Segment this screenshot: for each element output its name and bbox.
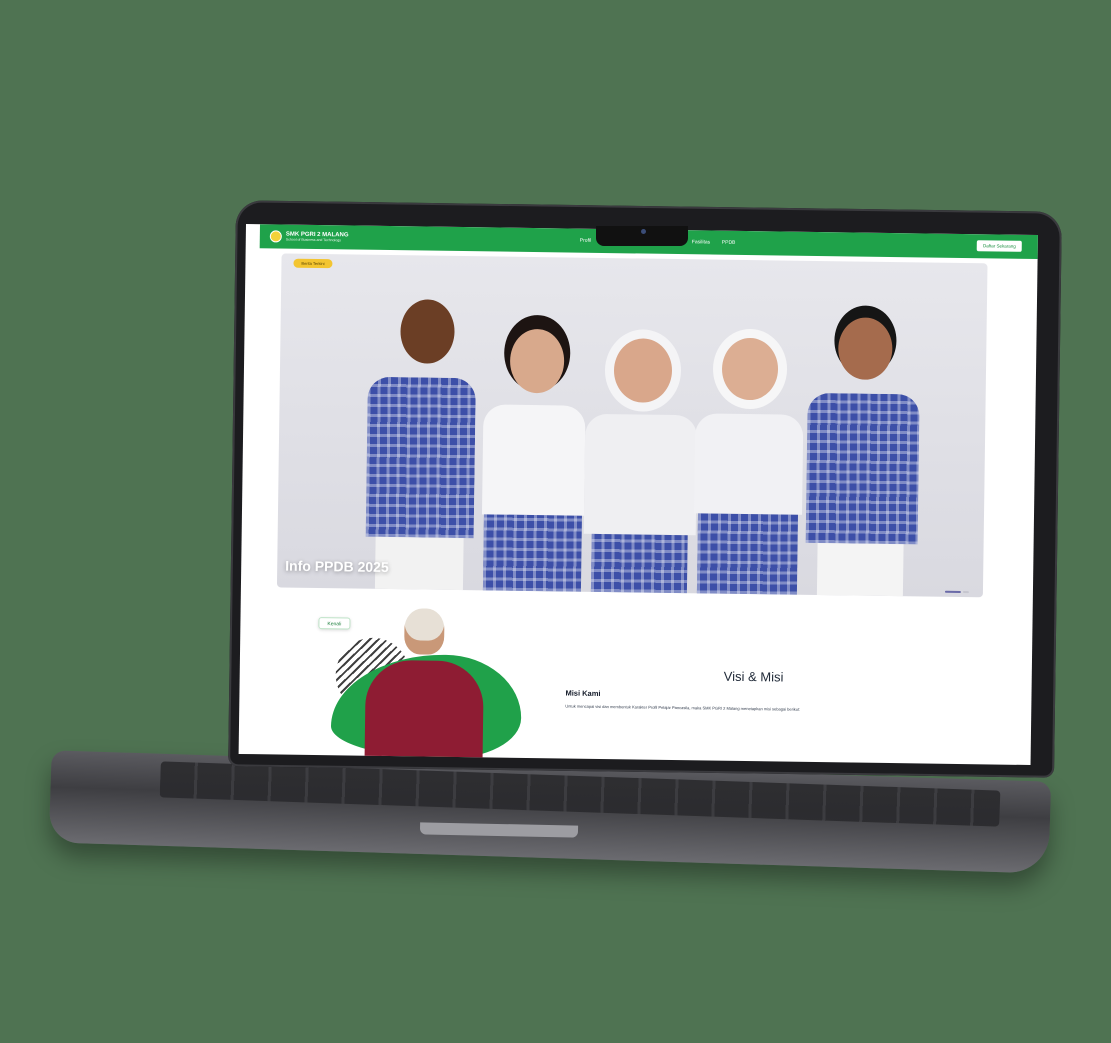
student-figure (357, 289, 481, 591)
school-logo-icon[interactable] (269, 230, 282, 243)
student-figure (687, 301, 811, 595)
daftar-sekarang-button[interactable]: Daftar Sekarang (976, 240, 1022, 252)
nav-link-fasilitas[interactable]: Fasilitas (692, 239, 710, 245)
brand[interactable]: SMK PGRI 2 MALANG School of Business and… (286, 231, 349, 242)
hero-caption: Info PPDB 2025 (285, 557, 389, 576)
carousel-dot[interactable] (944, 590, 961, 594)
visi-misi-section: Kenali Visi & Misi Misi Kami Untuk menca… (239, 596, 1033, 765)
laptop-mockup: SMK PGRI 2 MALANG School of Business and… (0, 0, 1111, 1043)
carousel-dot[interactable] (962, 591, 969, 594)
visi-misi-heading: Visi & Misi (723, 668, 784, 685)
misi-kami-heading: Misi Kami (565, 688, 601, 698)
misi-description: Untuk mencapai visi dan membentuk Karakt… (565, 703, 801, 712)
principal-photo (364, 659, 484, 762)
carousel-indicators[interactable] (944, 590, 969, 594)
camera-icon (641, 229, 646, 234)
nav-link-profil[interactable]: Profil (580, 238, 591, 244)
hero-carousel[interactable]: Berita Terkini Info PPDB 2025 (276, 253, 988, 598)
student-figure (797, 297, 927, 597)
nav-link-ppdb[interactable]: PPDB (722, 240, 736, 246)
principal-head (404, 608, 445, 655)
brand-tagline: School of Business and Technology (285, 237, 342, 243)
kenali-button[interactable]: Kenali (318, 617, 351, 630)
berita-terkini-badge[interactable]: Berita Terkini (293, 258, 333, 269)
laptop-screen: SMK PGRI 2 MALANG School of Business and… (238, 224, 1038, 766)
